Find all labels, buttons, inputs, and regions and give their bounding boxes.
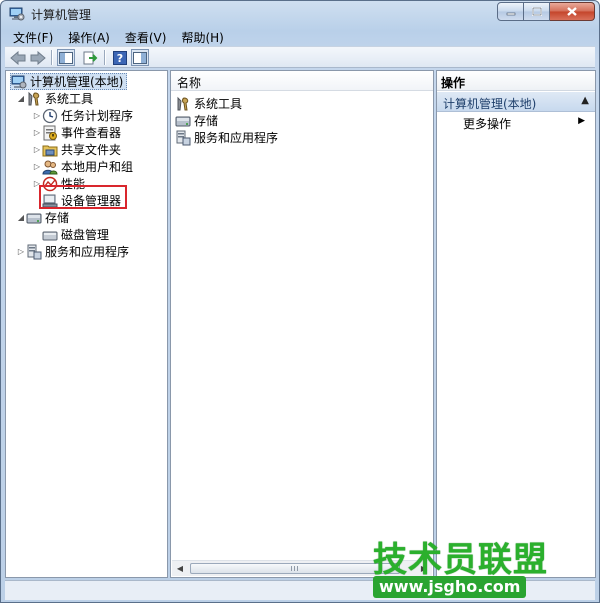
show-hide-tree-button[interactable] (57, 49, 75, 66)
menu-help[interactable]: 帮助(H) (173, 27, 230, 46)
tree-item-system-tools[interactable]: ◢ 系统工具 (16, 90, 93, 107)
menu-file[interactable]: 文件(F) (5, 27, 60, 46)
tree-item-computer-management[interactable]: 计算机管理(本地) (10, 73, 128, 90)
forward-button[interactable] (29, 49, 47, 66)
tree-item-event-viewer[interactable]: ▷ 事件查看器 (32, 124, 121, 141)
help-button[interactable]: ? (111, 49, 129, 66)
tools-icon (175, 96, 191, 112)
expanded-arrow-icon[interactable]: ◢ (16, 94, 26, 103)
forward-arrow-icon (30, 50, 46, 65)
tree-item-local-users-groups[interactable]: ▷ 本地用户和组 (32, 158, 133, 175)
tools-icon (26, 91, 42, 107)
export-list-button[interactable] (81, 49, 99, 66)
collapsed-arrow-icon[interactable]: ▷ (32, 145, 42, 154)
list-item-storage[interactable]: 存储 (175, 112, 218, 129)
services-icon (26, 244, 42, 260)
actions-pane: 操作 计算机管理(本地) ▲ 更多操作 ▶ (436, 70, 596, 578)
console-tree-icon (59, 51, 73, 64)
watermark-title: 技术员联盟 (373, 540, 548, 580)
close-button[interactable] (550, 2, 595, 21)
storage-icon (175, 113, 191, 129)
svg-text:?: ? (117, 52, 123, 65)
disk-icon (42, 227, 58, 243)
computer-management-icon (11, 74, 27, 90)
menu-bar: 文件(F) 操作(A) 查看(V) 帮助(H) (5, 27, 595, 46)
users-icon (42, 159, 58, 175)
services-icon (175, 130, 191, 146)
back-arrow-icon (10, 50, 26, 65)
maximize-button[interactable] (524, 2, 550, 21)
tree-item-task-scheduler[interactable]: ▷ 任务计划程序 (32, 107, 133, 124)
help-icon: ? (113, 50, 127, 65)
computer-management-window: 计算机管理 文件(F) 操作(A) 查看(V) 帮助(H) ? 计算机管理(本地… (0, 0, 600, 603)
scroll-thumb[interactable]: III (190, 563, 400, 574)
column-header-name[interactable]: 名称 (171, 71, 433, 91)
computer-management-icon (9, 6, 25, 22)
menu-action[interactable]: 操作(A) (60, 27, 117, 46)
title-bar[interactable]: 计算机管理 (1, 1, 599, 27)
actions-group-computer-management[interactable]: 计算机管理(本地) ▲ (437, 92, 595, 112)
window-title: 计算机管理 (31, 8, 92, 22)
collapsed-arrow-icon[interactable]: ▷ (32, 128, 42, 137)
close-icon (567, 7, 577, 16)
expanded-arrow-icon[interactable]: ◢ (16, 213, 26, 222)
minimize-button[interactable] (497, 2, 524, 21)
tree-item-storage[interactable]: ◢ 存储 (16, 209, 69, 226)
collapsed-arrow-icon[interactable]: ▷ (32, 162, 42, 171)
tree-item-disk-management[interactable]: 磁盘管理 (42, 226, 109, 243)
scroll-left-button[interactable]: ◀ (172, 561, 188, 576)
tree-item-services-applications[interactable]: ▷ 服务和应用程序 (16, 243, 129, 260)
submenu-arrow-icon[interactable]: ▶ (578, 116, 585, 126)
collapse-up-icon[interactable]: ▲ (581, 95, 589, 106)
actions-header: 操作 (437, 71, 595, 91)
collapsed-arrow-icon[interactable]: ▷ (16, 247, 26, 256)
shared-folder-icon (42, 142, 58, 158)
watermark-url: www.jsgho.com (373, 576, 527, 598)
back-button[interactable] (9, 49, 27, 66)
minimize-icon (506, 12, 515, 15)
tree-item-shared-folders[interactable]: ▷ 共享文件夹 (32, 141, 121, 158)
event-viewer-icon (42, 125, 58, 141)
export-list-icon (83, 51, 97, 64)
more-actions-item[interactable]: 更多操作 (463, 115, 511, 132)
device-manager-highlight (39, 185, 127, 209)
menu-view[interactable]: 查看(V) (117, 27, 174, 46)
maximize-icon (531, 7, 542, 16)
show-hide-action-pane-button[interactable] (131, 49, 149, 66)
list-item-system-tools[interactable]: 系统工具 (175, 95, 242, 112)
action-pane-icon (133, 51, 147, 64)
list-item-services-applications[interactable]: 服务和应用程序 (175, 129, 278, 146)
content-pane[interactable]: 名称 系统工具 存储 服务和应用程序 ◀ III ▶ (170, 70, 434, 578)
watermark: 技术员联盟 www.jsgho.com (373, 532, 595, 602)
console-tree-pane[interactable]: 计算机管理(本地) ◢ 系统工具 ▷ 任务计划程序 ▷ 事件查看器 ▷ 共享文件… (5, 70, 168, 578)
toolbar: ? (5, 46, 595, 68)
storage-icon (26, 210, 42, 226)
clock-icon (42, 108, 58, 124)
collapsed-arrow-icon[interactable]: ▷ (32, 111, 42, 120)
